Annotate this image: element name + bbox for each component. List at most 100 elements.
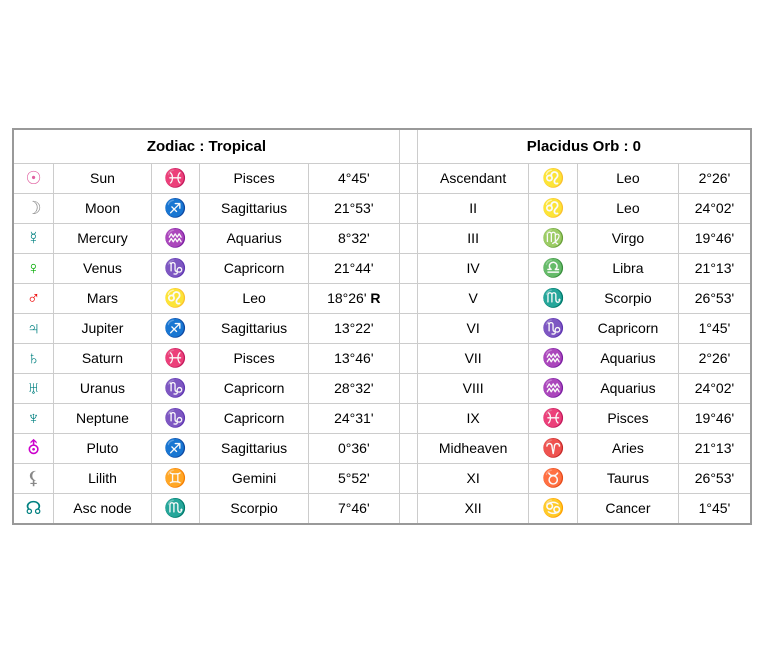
house-sign-symbol-h6: ♑ xyxy=(542,318,564,338)
planet-icon-mars: ♂ xyxy=(13,283,54,313)
astrology-table: Zodiac : Tropical Placidus Orb : 0 ☉Sun♓… xyxy=(12,128,752,525)
planet-sign-symbol-pluto: ♐ xyxy=(164,438,186,458)
planet-icon-mercury: ☿ xyxy=(13,223,54,253)
planet-sign-symbol-jupiter: ♐ xyxy=(164,318,186,338)
planet-sign-name-moon: Sagittarius xyxy=(200,193,308,223)
planet-sign-name-saturn: Pisces xyxy=(200,343,308,373)
planet-icon-pluto: ⛢ xyxy=(13,433,54,463)
planet-sign-symbol-lilith: ♊ xyxy=(164,468,186,488)
house-degree-h6: 1°45' xyxy=(678,313,751,343)
planet-degree-sun: 4°45' xyxy=(308,163,399,193)
planet-symbol-saturn: ♄ xyxy=(27,348,41,368)
house-name-h5: V xyxy=(417,283,529,313)
house-sign-icon-h8: ♒ xyxy=(529,373,578,403)
house-sign-symbol-asc: ♌ xyxy=(542,168,564,188)
house-sign-icon-h12: ♋ xyxy=(529,493,578,524)
planet-sign-icon-mars: ♌ xyxy=(151,283,200,313)
planet-icon-lilith: ⚸ xyxy=(13,463,54,493)
planet-name-uranus: Uranus xyxy=(54,373,152,403)
house-sign-icon-h3: ♍ xyxy=(529,223,578,253)
divider-cell xyxy=(399,283,417,313)
planet-icon-moon: ☽ xyxy=(13,193,54,223)
house-sign-name-h9: Pisces xyxy=(577,403,678,433)
house-sign-icon-h6: ♑ xyxy=(529,313,578,343)
house-sign-name-h5: Scorpio xyxy=(577,283,678,313)
house-name-h2: II xyxy=(417,193,529,223)
planet-degree-mars: 18°26' R xyxy=(308,283,399,313)
planet-degree-neptune: 24°31' xyxy=(308,403,399,433)
house-degree-h12: 1°45' xyxy=(678,493,751,524)
house-name-asc: Ascendant xyxy=(417,163,529,193)
house-sign-icon-mc: ♈ xyxy=(529,433,578,463)
planet-name-mars: Mars xyxy=(54,283,152,313)
planet-sign-symbol-sun: ♓ xyxy=(164,168,186,188)
house-degree-h9: 19°46' xyxy=(678,403,751,433)
planet-degree-saturn: 13°46' xyxy=(308,343,399,373)
planet-sign-icon-pluto: ♐ xyxy=(151,433,200,463)
house-sign-icon-asc: ♌ xyxy=(529,163,578,193)
planet-sign-symbol-saturn: ♓ xyxy=(164,348,186,368)
house-sign-symbol-h3: ♍ xyxy=(542,228,564,248)
planet-sign-icon-venus: ♑ xyxy=(151,253,200,283)
planet-symbol-mars: ♂ xyxy=(27,288,41,308)
house-degree-h11: 26°53' xyxy=(678,463,751,493)
planet-icon-neptune: ♆ xyxy=(13,403,54,433)
house-sign-name-h2: Leo xyxy=(577,193,678,223)
planet-sign-name-uranus: Capricorn xyxy=(200,373,308,403)
planet-symbol-jupiter: ♃ xyxy=(27,318,41,338)
house-name-h12: XII xyxy=(417,493,529,524)
planet-sign-symbol-mars: ♌ xyxy=(164,288,186,308)
planet-symbol-pluto: ⛢ xyxy=(27,438,40,458)
divider-cell xyxy=(399,223,417,253)
house-sign-name-h8: Aquarius xyxy=(577,373,678,403)
house-name-h6: VI xyxy=(417,313,529,343)
left-header: Zodiac : Tropical xyxy=(13,129,399,164)
divider-cell xyxy=(399,313,417,343)
house-sign-symbol-h4: ♎ xyxy=(542,258,564,278)
divider-cell xyxy=(399,463,417,493)
planet-sign-symbol-moon: ♐ xyxy=(164,198,186,218)
house-degree-h4: 21°13' xyxy=(678,253,751,283)
planet-sign-symbol-mercury: ♒ xyxy=(164,228,186,248)
house-sign-name-h3: Virgo xyxy=(577,223,678,253)
planet-degree-venus: 21°44' xyxy=(308,253,399,283)
planet-icon-uranus: ♅ xyxy=(13,373,54,403)
divider-cell xyxy=(399,403,417,433)
house-sign-name-h11: Taurus xyxy=(577,463,678,493)
house-sign-symbol-h7: ♒ xyxy=(542,348,564,368)
house-sign-name-h12: Cancer xyxy=(577,493,678,524)
divider-header xyxy=(399,129,417,164)
house-name-h11: XI xyxy=(417,463,529,493)
planet-sign-name-mercury: Aquarius xyxy=(200,223,308,253)
planet-sign-icon-sun: ♓ xyxy=(151,163,200,193)
planet-sign-name-mars: Leo xyxy=(200,283,308,313)
house-sign-icon-h2: ♌ xyxy=(529,193,578,223)
house-sign-icon-h9: ♓ xyxy=(529,403,578,433)
planet-name-venus: Venus xyxy=(54,253,152,283)
planet-name-ascnode: Asc node xyxy=(54,493,152,524)
planet-sign-icon-mercury: ♒ xyxy=(151,223,200,253)
house-sign-name-asc: Leo xyxy=(577,163,678,193)
retrograde-mars: R xyxy=(370,290,380,306)
planet-sign-symbol-neptune: ♑ xyxy=(164,408,186,428)
planet-symbol-ascnode: ☊ xyxy=(26,498,42,518)
house-sign-name-h6: Capricorn xyxy=(577,313,678,343)
house-name-mc: Midheaven xyxy=(417,433,529,463)
house-sign-symbol-h2: ♌ xyxy=(542,198,564,218)
house-name-h3: III xyxy=(417,223,529,253)
planet-icon-jupiter: ♃ xyxy=(13,313,54,343)
planet-degree-moon: 21°53' xyxy=(308,193,399,223)
house-sign-icon-h7: ♒ xyxy=(529,343,578,373)
house-sign-symbol-h12: ♋ xyxy=(542,498,564,518)
house-sign-name-h7: Aquarius xyxy=(577,343,678,373)
divider-cell xyxy=(399,343,417,373)
divider-cell xyxy=(399,163,417,193)
planet-name-jupiter: Jupiter xyxy=(54,313,152,343)
house-sign-symbol-h8: ♒ xyxy=(542,378,564,398)
planet-sign-icon-uranus: ♑ xyxy=(151,373,200,403)
planet-sign-symbol-uranus: ♑ xyxy=(164,378,186,398)
planet-symbol-mercury: ☿ xyxy=(27,228,41,248)
house-name-h9: IX xyxy=(417,403,529,433)
planet-degree-mercury: 8°32' xyxy=(308,223,399,253)
house-sign-symbol-mc: ♈ xyxy=(542,438,564,458)
